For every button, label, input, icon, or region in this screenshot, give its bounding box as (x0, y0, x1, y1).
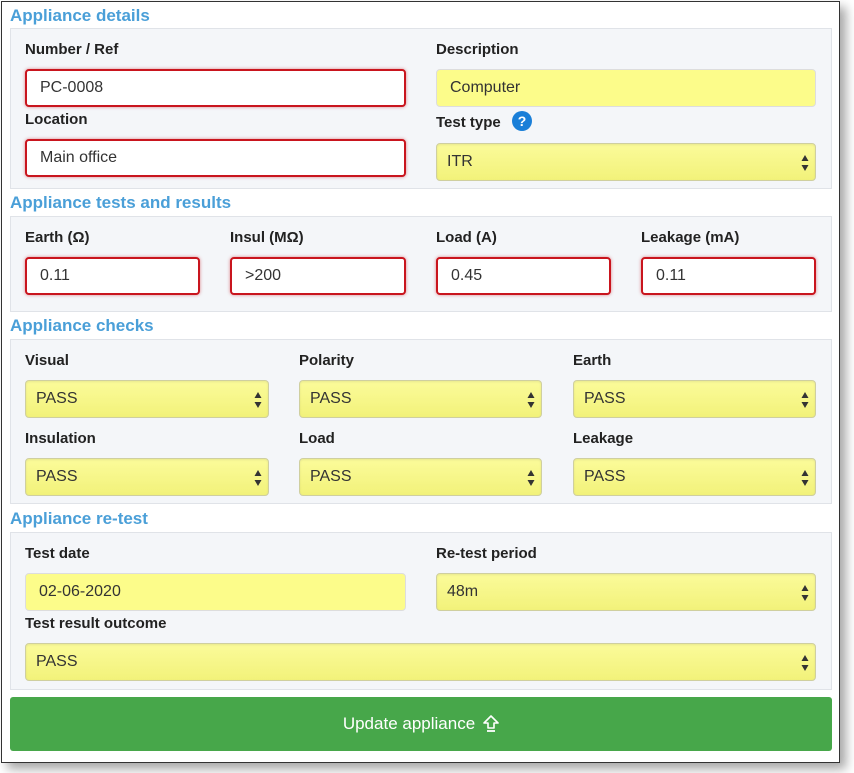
question-circle-icon[interactable]: ? (512, 111, 532, 131)
load-check-value: PASS (310, 468, 352, 485)
section-title-tests: Appliance tests and results (10, 193, 232, 212)
earth-check-value: PASS (584, 390, 626, 407)
select-arrows-icon (527, 392, 535, 408)
earth-check-select[interactable]: PASS (573, 380, 816, 418)
test-type-select[interactable]: ITR (436, 143, 816, 181)
select-arrows-icon (801, 392, 809, 408)
outcome-select[interactable]: PASS (25, 643, 816, 681)
select-arrows-icon (801, 655, 809, 671)
leakage-check-value: PASS (584, 468, 626, 485)
load-check-select[interactable]: PASS (299, 458, 542, 496)
insul-test-label: Insul (MΩ) (230, 229, 304, 246)
svg-text:?: ? (518, 113, 527, 129)
select-arrows-icon (527, 470, 535, 486)
section-title-checks: Appliance checks (10, 316, 154, 335)
appliance-form: Appliance details Number / Ref PC-0008 D… (1, 1, 840, 763)
upload-arrow-icon (483, 715, 499, 732)
polarity-label: Polarity (299, 352, 355, 369)
select-arrows-icon (801, 585, 809, 601)
location-input[interactable]: Main office (25, 139, 406, 177)
test-type-value: ITR (447, 153, 473, 170)
description-label: Description (436, 41, 519, 58)
insulation-label: Insulation (25, 430, 96, 447)
select-arrows-icon (801, 470, 809, 486)
location-label: Location (25, 111, 88, 128)
polarity-value: PASS (310, 390, 352, 407)
test-date-input[interactable]: 02-06-2020 (25, 573, 406, 611)
insul-test-input[interactable]: >200 (230, 257, 406, 295)
visual-value: PASS (36, 390, 78, 407)
load-test-label: Load (A) (436, 229, 497, 246)
earth-check-label: Earth (573, 352, 612, 369)
retest-period-select[interactable]: 48m (436, 573, 816, 611)
insulation-select[interactable]: PASS (25, 458, 269, 496)
test-date-label: Test date (25, 545, 90, 562)
insulation-value: PASS (36, 468, 78, 485)
update-appliance-button[interactable]: Update appliance (10, 697, 832, 751)
select-arrows-icon (254, 470, 262, 486)
visual-select[interactable]: PASS (25, 380, 269, 418)
update-appliance-label: Update appliance (342, 714, 476, 733)
outcome-value: PASS (36, 653, 78, 670)
leakage-test-input[interactable]: 0.11 (641, 257, 816, 295)
number-input[interactable]: PC-0008 (25, 69, 406, 107)
earth-test-input[interactable]: 0.11 (25, 257, 200, 295)
load-test-input[interactable]: 0.45 (436, 257, 611, 295)
load-check-label: Load (299, 430, 335, 447)
retest-period-label: Re-test period (436, 545, 537, 562)
visual-label: Visual (25, 352, 69, 369)
description-input[interactable]: Computer (436, 69, 816, 107)
section-title-details: Appliance details (10, 6, 150, 25)
retest-period-value: 48m (447, 583, 479, 600)
outcome-label: Test result outcome (25, 615, 167, 632)
earth-test-label: Earth (Ω) (25, 229, 90, 246)
section-title-retest: Appliance re-test (10, 509, 148, 528)
leakage-check-select[interactable]: PASS (573, 458, 816, 496)
number-label: Number / Ref (25, 41, 119, 58)
polarity-select[interactable]: PASS (299, 380, 542, 418)
select-arrows-icon (801, 155, 809, 171)
test-type-label: Test type (436, 114, 501, 131)
leakage-check-label: Leakage (573, 430, 634, 447)
select-arrows-icon (254, 392, 262, 408)
leakage-test-label: Leakage (mA) (641, 229, 740, 246)
